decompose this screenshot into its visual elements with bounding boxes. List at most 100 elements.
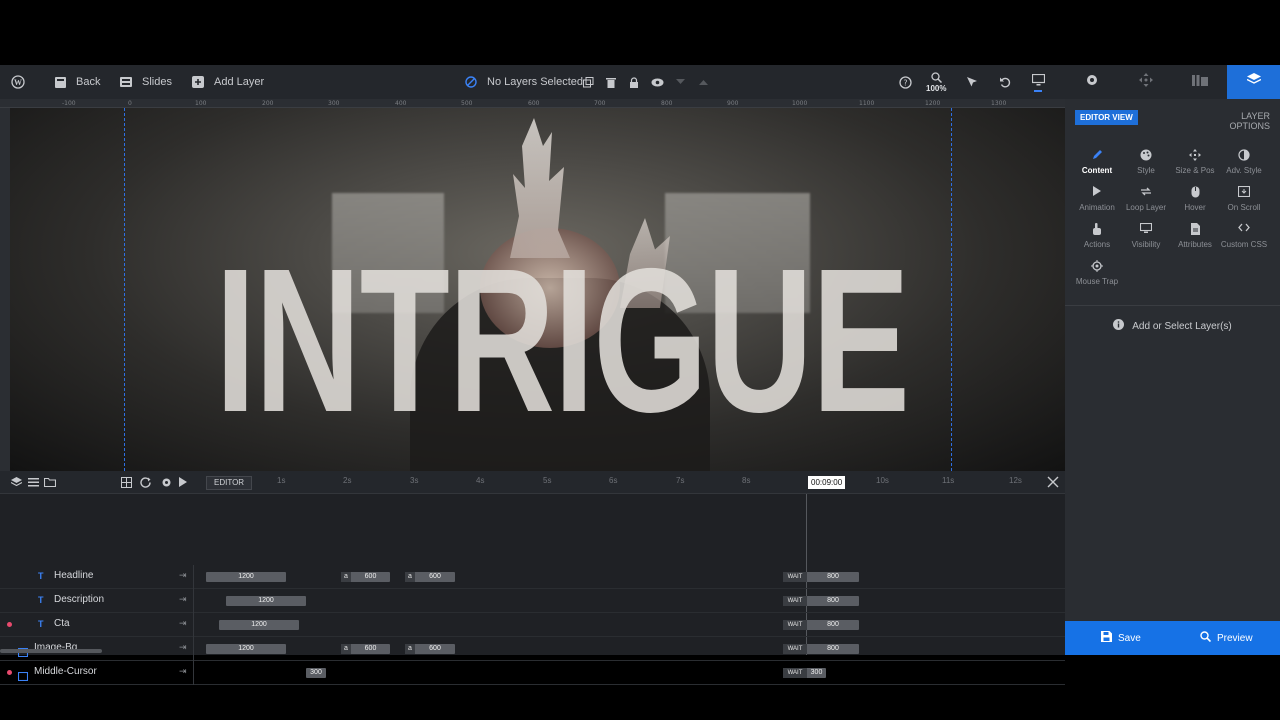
option-custom-css[interactable]: Custom CSS [1219, 223, 1269, 249]
loop-bar[interactable]: a 600 [405, 644, 455, 654]
loop-toggle-icon[interactable] [139, 475, 153, 489]
headline-layer[interactable]: INTRIGUE [215, 238, 910, 443]
loop-bar[interactable]: a 600 [405, 572, 455, 582]
option-mouse-trap[interactable]: Mouse Trap [1072, 260, 1122, 286]
timeline-panel: EDITOR 1s 2s 3s 4s 5s 6s 7s 8s 9s 10s 11… [0, 471, 1065, 685]
text-layer-icon: T [38, 595, 44, 605]
timeline-row-image-bg[interactable]: Image-Bg ⇥ 1200 a 600 a 600 WAIT 800 [0, 637, 1065, 661]
delete-icon[interactable] [603, 74, 619, 90]
anim-in-bar[interactable]: 1200 [226, 596, 306, 606]
list-icon[interactable] [26, 475, 40, 489]
eye-icon[interactable] [649, 74, 665, 90]
timeline-row-headline[interactable]: T Headline ⇥ 1200 a 600 a 600 WAIT 800 [0, 565, 1065, 589]
option-attributes[interactable]: Attributes [1170, 223, 1220, 249]
settings-icon[interactable] [159, 475, 173, 489]
anim-out-bar[interactable]: WAIT 800 [783, 572, 859, 582]
undo-button[interactable] [997, 65, 1013, 99]
ruler-tick: 1300 [991, 100, 1007, 107]
folder-icon[interactable] [43, 475, 57, 489]
panel-footer: Save Preview [1065, 621, 1280, 655]
ruler-tick: 200 [262, 100, 274, 107]
ruler-tick: 900 [727, 100, 739, 107]
layout-guide-right [951, 108, 952, 471]
tab-layer-settings[interactable] [1227, 65, 1280, 99]
layer-options-heading: LAYER OPTIONS [1229, 111, 1270, 131]
option-size-pos[interactable]: Size & Pos [1170, 149, 1220, 175]
layer-actions [580, 65, 711, 99]
help-button[interactable]: ? [897, 65, 913, 99]
empty-selection-message: Add or Select Layer(s) [1065, 319, 1280, 333]
jump-to-icon[interactable]: ⇥ [179, 594, 187, 605]
anim-in-bar[interactable]: 1200 [219, 620, 299, 630]
desktop-icon [1030, 72, 1046, 88]
loop-marker: a [341, 644, 351, 654]
jump-to-icon[interactable]: ⇥ [179, 642, 187, 653]
option-label: Hover [1184, 203, 1206, 212]
device-desktop-button[interactable] [1030, 65, 1046, 99]
no-selection-icon [463, 74, 479, 90]
time-tick: 10s [876, 476, 889, 485]
chevron-down-icon[interactable] [672, 74, 688, 90]
timeline-scrollbar[interactable] [0, 649, 102, 653]
add-layer-button[interactable]: Add Layer [190, 65, 264, 99]
jump-to-icon[interactable]: ⇥ [179, 618, 187, 629]
wordpress-button[interactable]: W [10, 65, 26, 99]
editor-view-badge[interactable]: EDITOR VIEW [1075, 110, 1138, 125]
timeline-row-middle-cursor[interactable]: Middle-Cursor ⇥ 300 WAIT 300 [0, 661, 1065, 685]
time-tick: 4s [476, 476, 485, 485]
jump-to-icon[interactable]: ⇥ [179, 666, 187, 677]
ruler-tick: 600 [528, 100, 540, 107]
chevron-up-icon[interactable] [695, 74, 711, 90]
timeline-editor-tag[interactable]: EDITOR [206, 476, 253, 490]
anim-out-bar[interactable]: WAIT 800 [783, 644, 859, 654]
option-on-scroll[interactable]: On Scroll [1219, 186, 1269, 212]
option-content[interactable]: Content [1072, 149, 1122, 175]
timeline-row-cta[interactable]: T Cta ⇥ 1200 WAIT 800 [0, 613, 1065, 637]
option-loop-layer[interactable]: Loop Layer [1121, 186, 1171, 212]
layers-icon[interactable] [9, 475, 23, 489]
slides-button[interactable]: Slides [118, 65, 172, 99]
play-icon[interactable] [176, 475, 190, 489]
time-tick: 12s [1009, 476, 1022, 485]
panel-divider [1065, 305, 1280, 306]
mouse-icon [1170, 186, 1220, 200]
anim-in-bar[interactable]: 1200 [206, 644, 286, 654]
timeline-row-description[interactable]: T Description ⇥ 1200 WAIT 800 [0, 589, 1065, 613]
grid-snap-icon[interactable] [119, 475, 133, 489]
option-adv-style[interactable]: Adv. Style [1219, 149, 1269, 175]
preview-button[interactable]: Preview [1200, 621, 1253, 655]
loop-duration: 600 [429, 573, 441, 580]
anim-in-bar[interactable]: 1200 [206, 572, 286, 582]
selection-status: No Layers Selected [463, 65, 583, 99]
duplicate-icon[interactable] [580, 74, 596, 90]
save-button[interactable]: Save [1101, 621, 1141, 655]
anim-out-bar[interactable]: WAIT 800 [783, 596, 859, 606]
back-button[interactable]: Back [52, 65, 100, 99]
loop-bar[interactable]: a 600 [341, 572, 390, 582]
option-style[interactable]: Style [1121, 149, 1171, 175]
time-tick: 8s [742, 476, 751, 485]
close-icon[interactable] [1047, 475, 1061, 489]
tab-module-settings[interactable] [1065, 65, 1118, 99]
anim-out-bar[interactable]: WAIT 300 [783, 668, 826, 678]
zoom-control[interactable]: 100% [926, 65, 946, 99]
lock-icon[interactable] [626, 74, 642, 90]
ruler-tick: 700 [594, 100, 606, 107]
anim-out-bar[interactable]: WAIT 800 [783, 620, 859, 630]
jump-to-icon[interactable]: ⇥ [179, 570, 187, 581]
row-divider [193, 565, 194, 589]
option-actions[interactable]: Actions [1072, 223, 1122, 249]
option-hover[interactable]: Hover [1170, 186, 1220, 212]
option-visibility[interactable]: Visibility [1121, 223, 1171, 249]
tab-slide-settings[interactable] [1119, 65, 1172, 99]
layer-name: Middle-Cursor [34, 666, 97, 677]
shape-layer-icon [17, 668, 29, 686]
tab-slide-library[interactable] [1173, 65, 1226, 99]
select-tool-button[interactable] [964, 65, 980, 99]
slide-canvas[interactable]: INTRIGUE [10, 108, 1065, 471]
loop-bar[interactable]: a 600 [341, 644, 390, 654]
option-animation[interactable]: Animation [1072, 186, 1122, 212]
anim-in-bar[interactable]: 300 [306, 668, 326, 678]
out-duration: 800 [827, 597, 839, 604]
current-time[interactable]: 00:09:00 [808, 476, 846, 489]
